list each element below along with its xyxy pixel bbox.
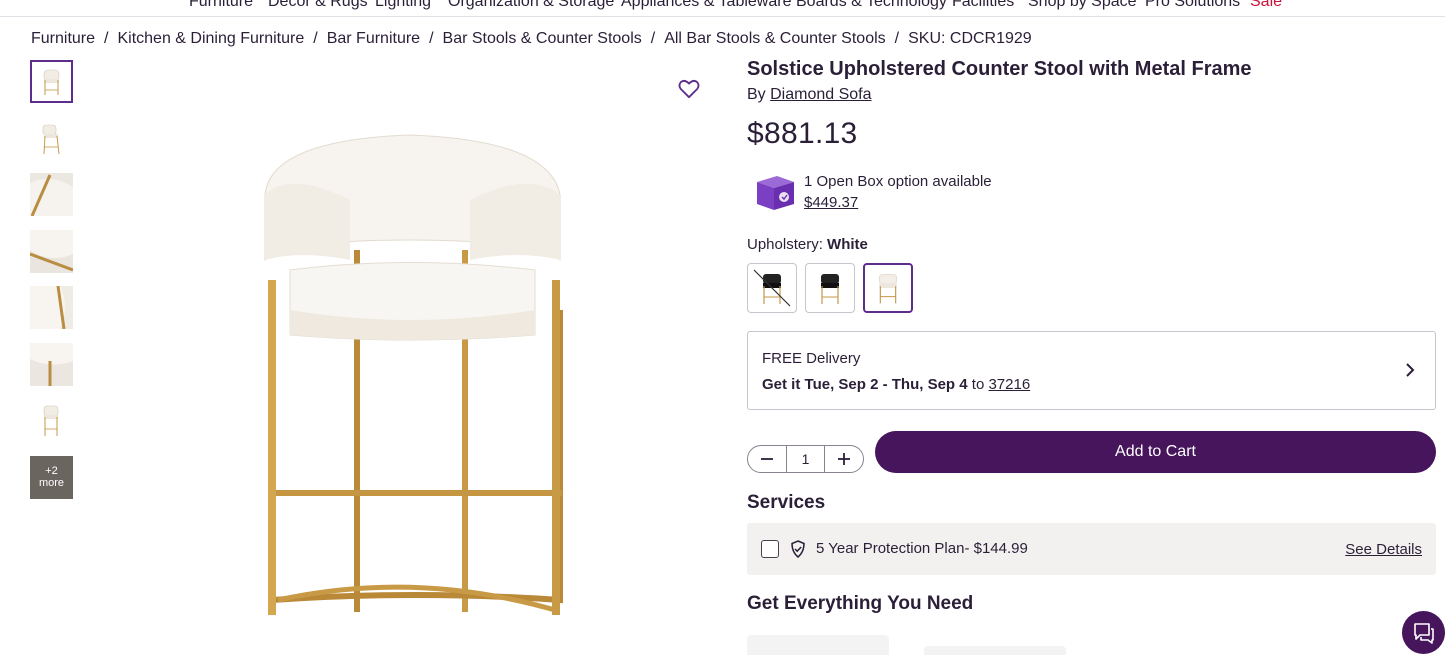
nav-organization-storage[interactable]: Organization & Storage (448, 0, 614, 11)
stool-detail-image (30, 229, 73, 273)
thumbnail-3[interactable] (30, 173, 73, 216)
thumbnail-7[interactable] (30, 399, 73, 442)
more-label: more (38, 476, 65, 489)
nav-sale[interactable]: Sale (1250, 0, 1282, 11)
heart-icon[interactable] (678, 79, 700, 99)
breadcrumb-separator: / (650, 30, 656, 47)
open-box-text: 1 Open Box option available (804, 173, 992, 190)
stool-detail-image (30, 173, 73, 216)
breadcrumb-separator: / (313, 30, 318, 47)
shield-check-icon (791, 540, 805, 558)
breadcrumb-bar-furniture[interactable]: Bar Furniture (327, 30, 420, 48)
stool-thumb-image (43, 405, 59, 436)
top-navigation: Furniture Decor & Rugs Lighting Organiza… (0, 0, 1445, 17)
stool-thumb-image (42, 124, 60, 154)
delivery-panel[interactable]: FREE Delivery Get it Tue, Sep 2 - Thu, S… (747, 331, 1436, 410)
nav-decor-rugs[interactable]: Decor & Rugs (268, 0, 368, 11)
black-stool-swatch-image (753, 269, 791, 307)
white-stool-swatch-image (879, 274, 897, 304)
breadcrumb: Furniture / Kitchen & Dining Furniture /… (31, 30, 1032, 48)
black-stool-swatch-image (821, 274, 839, 304)
see-details-link[interactable]: See Details (1345, 541, 1422, 558)
thumbnail-1[interactable] (30, 60, 73, 103)
more-count: +2 (45, 464, 58, 477)
upholstery-label: Upholstery: White (747, 236, 868, 253)
breadcrumb-kitchen-dining[interactable]: Kitchen & Dining Furniture (117, 30, 304, 48)
open-box-icon (757, 176, 794, 210)
thumbnail-5[interactable] (30, 286, 73, 329)
free-delivery-label: FREE Delivery (762, 350, 861, 367)
product-price: $881.13 (747, 117, 858, 150)
protection-plan-row: 5 Year Protection Plan- $144.99 See Deta… (747, 523, 1436, 575)
nav-shop-by-space[interactable]: Shop by Space (1028, 0, 1137, 11)
product-brand-line: By Diamond Sofa (747, 86, 872, 104)
thumbnail-more[interactable]: +2 more (30, 455, 73, 499)
swatch-white[interactable] (863, 263, 913, 313)
breadcrumb-all-bar-stools[interactable]: All Bar Stools & Counter Stools (664, 30, 885, 48)
quantity-stepper: 1 (747, 445, 864, 473)
nav-boards-technology[interactable]: Boards & Technology (796, 0, 947, 11)
stool-detail-image (30, 342, 73, 386)
nav-furniture[interactable]: Furniture (189, 0, 253, 11)
services-heading: Services (747, 492, 826, 513)
stool-detail-image (30, 286, 73, 329)
breadcrumb-furniture[interactable]: Furniture (31, 30, 95, 48)
minus-icon (761, 458, 773, 460)
add-to-cart-button[interactable]: Add to Cart (875, 431, 1436, 473)
thumbnail-2[interactable] (30, 116, 73, 160)
breadcrumb-separator: / (894, 30, 900, 47)
swatch-black[interactable] (805, 263, 855, 313)
recommendation-card[interactable] (747, 635, 889, 655)
delivery-to: to (971, 376, 985, 393)
delivery-zip-link[interactable]: 37216 (988, 376, 1030, 393)
quantity-input[interactable]: 1 (786, 446, 825, 472)
by-prefix: By (747, 86, 766, 103)
breadcrumb-separator: / (429, 30, 434, 47)
brand-link[interactable]: Diamond Sofa (770, 86, 871, 103)
nav-facilities[interactable]: Facilities (952, 0, 1014, 11)
product-main-image (264, 134, 563, 615)
nav-pro-solutions[interactable]: Pro Solutions (1145, 0, 1240, 11)
delivery-dates: Tue, Sep 2 - Thu, Sep 4 (804, 376, 968, 393)
thumbnail-4[interactable] (30, 229, 73, 273)
nav-lighting[interactable]: Lighting (375, 0, 431, 11)
recommendations-heading: Get Everything You Need (747, 593, 974, 614)
chat-icon (1413, 622, 1434, 644)
recommendation-card[interactable] (924, 646, 1066, 655)
upholstery-key: Upholstery: (747, 236, 823, 253)
protection-plan-checkbox[interactable] (761, 540, 779, 558)
sku-label: SKU: CDCR1929 (908, 30, 1032, 47)
chat-button[interactable] (1402, 611, 1445, 654)
product-title: Solstice Upholstered Counter Stool with … (747, 58, 1252, 80)
swatch-black-unavailable[interactable] (747, 263, 797, 313)
breadcrumb-separator: / (104, 30, 109, 47)
protection-plan-label: 5 Year Protection Plan- $144.99 (816, 540, 1028, 557)
breadcrumb-bar-stools[interactable]: Bar Stools & Counter Stools (443, 30, 642, 48)
plus-icon (838, 453, 850, 465)
upholstery-value: White (827, 236, 868, 253)
open-box-price-link[interactable]: $449.37 (804, 194, 858, 211)
decrease-quantity-button[interactable] (748, 446, 786, 472)
delivery-estimate: Get it Tue, Sep 2 - Thu, Sep 4 to 37216 (762, 376, 1030, 393)
increase-quantity-button[interactable] (825, 446, 863, 472)
nav-appliances-tableware[interactable]: Appliances & Tableware (621, 0, 791, 11)
chevron-right-icon (1406, 363, 1415, 377)
stool-thumb-image (43, 69, 60, 95)
thumbnail-6[interactable] (30, 342, 73, 386)
thumbnail-gallery: +2 more (30, 60, 73, 512)
delivery-prefix: Get it (762, 376, 801, 393)
